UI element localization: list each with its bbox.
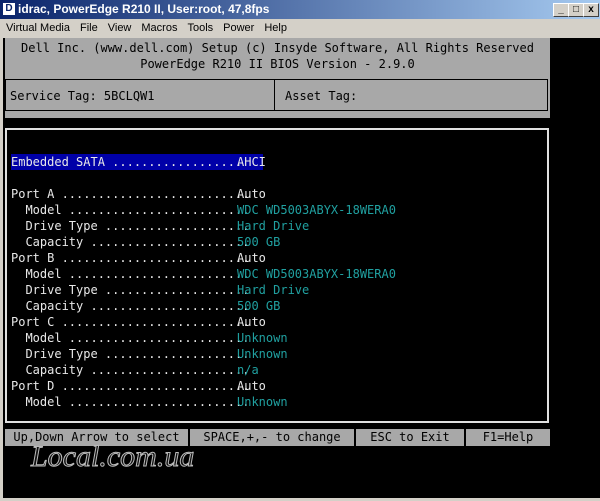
setting-label: Port D .......................... [11, 379, 250, 393]
service-tag: Service Tag: 5BCLQW1 [5, 79, 275, 111]
setting-label: Capacity ...................... [11, 235, 250, 249]
footer-change-hint: SPACE,+,- to change [190, 429, 354, 446]
setting-label: Port C .......................... [11, 315, 250, 329]
setting-value: Auto [237, 315, 266, 329]
watermark: Local.com.ua [30, 440, 195, 474]
setting-label: Capacity ...................... [11, 299, 250, 313]
setting-label: Drive Type .................... [11, 219, 250, 233]
setting-row[interactable]: Embedded SATA .................. AHCI [11, 154, 266, 170]
asset-tag: Asset Tag: [274, 79, 548, 111]
menu-bar: Virtual Media File View Macros Tools Power Hel… [0, 19, 600, 37]
setting-value: WDC WD5003ABYX-18WERA0 [237, 267, 396, 281]
setting-row[interactable]: Port C .......................... Auto [11, 314, 266, 330]
app-icon: D [3, 3, 15, 15]
setting-row[interactable]: Drive Type .................... Unknown [11, 346, 287, 362]
setting-value: WDC WD5003ABYX-18WERA0 [237, 203, 396, 217]
setting-row[interactable]: Model ......................... Unknown [11, 394, 287, 410]
setting-row[interactable]: Port B .......................... Auto [11, 250, 266, 266]
setting-row[interactable]: Model ......................... Unknown [11, 330, 287, 346]
maximize-button[interactable]: □ [568, 3, 584, 17]
setting-row[interactable]: Port A .......................... Auto [11, 186, 266, 202]
menu-tools[interactable]: Tools [187, 22, 213, 34]
menu-view[interactable]: View [108, 22, 132, 34]
setting-row[interactable]: Capacity ...................... 500 GB [11, 234, 280, 250]
menu-power[interactable]: Power [223, 22, 254, 34]
setting-value: Auto [237, 379, 266, 393]
close-button[interactable]: x [583, 3, 599, 17]
setting-row[interactable]: Model ......................... WDC WD500… [11, 266, 396, 282]
setting-row[interactable]: Capacity ...................... 500 GB [11, 298, 280, 314]
setting-row[interactable]: Drive Type .................... Hard Driv… [11, 218, 309, 234]
setting-value: n/a [237, 363, 259, 377]
setting-value: Auto [237, 251, 266, 265]
setting-value: 500 GB [237, 299, 281, 313]
bios-version-line: PowerEdge R210 II BIOS Version - 2.9.0 [140, 57, 415, 71]
setting-label: Embedded SATA .................. [11, 155, 243, 169]
setting-value: Hard Drive [237, 219, 310, 233]
menu-virtual-media[interactable]: Virtual Media [6, 22, 70, 34]
title-bar: D idrac, PowerEdge R210 II, User:root, 4… [0, 0, 600, 19]
setting-value: Hard Drive [237, 283, 310, 297]
setting-label: Model ......................... [11, 267, 250, 281]
setting-row[interactable]: Capacity ...................... n/a [11, 362, 258, 378]
bios-header: Dell Inc. (www.dell.com) Setup (c) Insyd… [5, 38, 550, 118]
copyright-line: Dell Inc. (www.dell.com) Setup (c) Insyd… [21, 41, 534, 55]
setting-value: Unknown [237, 347, 288, 361]
setting-value: Unknown [237, 395, 288, 409]
footer-help-hint: F1=Help [466, 429, 550, 446]
setting-value: Unknown [237, 331, 288, 345]
minimize-button[interactable]: _ [553, 3, 569, 17]
setting-row[interactable]: Drive Type .................... Hard Driv… [11, 282, 309, 298]
menu-file[interactable]: File [80, 22, 98, 34]
menu-macros[interactable]: Macros [141, 22, 177, 34]
menu-help[interactable]: Help [264, 22, 287, 34]
setting-label: Capacity ...................... [11, 363, 250, 377]
setting-label: Drive Type .................... [11, 283, 250, 297]
remote-console[interactable]: Dell Inc. (www.dell.com) Setup (c) Insyd… [3, 38, 600, 498]
setting-label: Port A .......................... [11, 187, 250, 201]
setting-value: AHCI [237, 155, 266, 169]
setting-row[interactable]: Model ......................... WDC WD500… [11, 202, 396, 218]
footer-exit-hint: ESC to Exit [356, 429, 464, 446]
setting-value: Auto [237, 187, 266, 201]
setting-label: Model ......................... [11, 331, 250, 345]
setting-label: Port B .......................... [11, 251, 250, 265]
setting-label: Drive Type .................... [11, 347, 250, 361]
setting-row[interactable]: Port D .......................... Auto [11, 378, 266, 394]
window-title: idrac, PowerEdge R210 II, User:root, 47,… [18, 2, 270, 16]
setting-label: Model ......................... [11, 395, 250, 409]
sata-settings-panel: Embedded SATA .................. AHCI Port… [5, 128, 549, 423]
setting-value: 500 GB [237, 235, 281, 249]
setting-label: Model ......................... [11, 203, 250, 217]
